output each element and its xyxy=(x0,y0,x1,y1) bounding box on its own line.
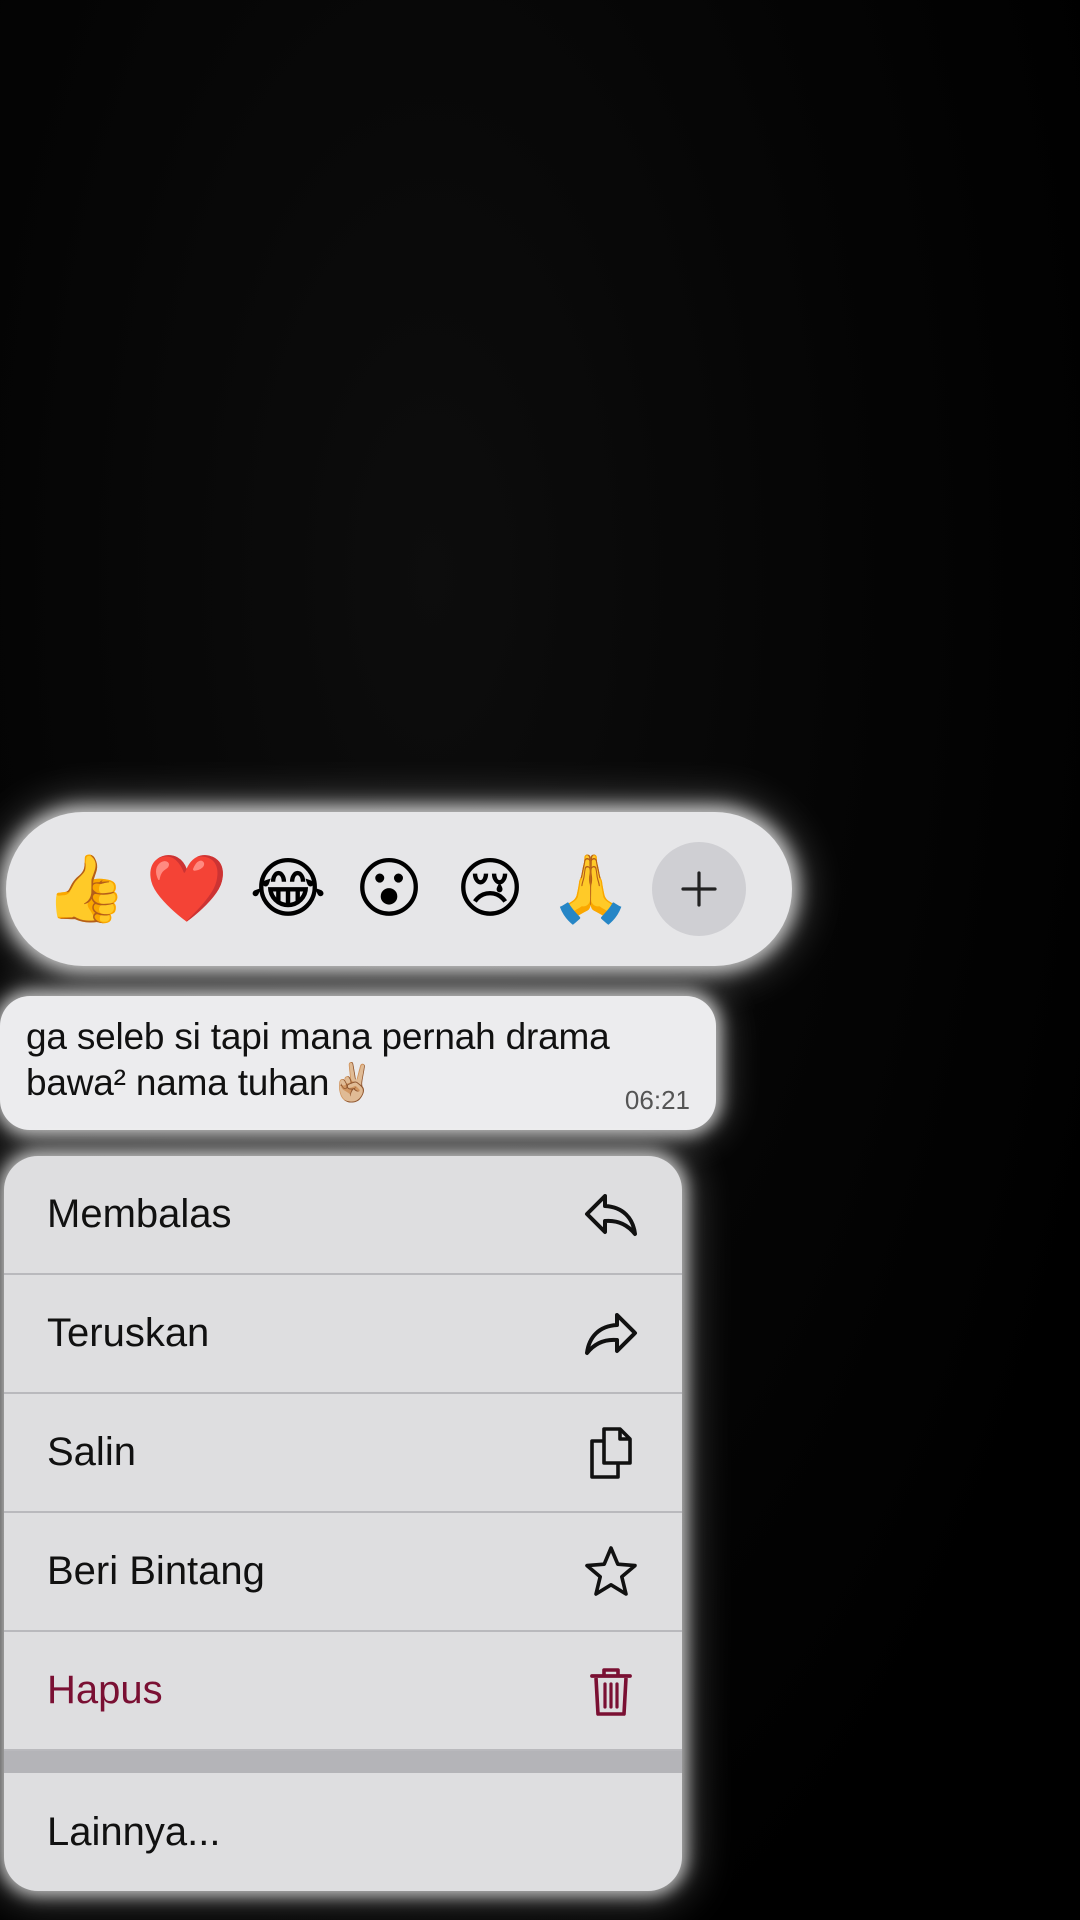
reaction-bar: 👍 ❤️ 😂 😮 😢 🙏 xyxy=(6,812,792,966)
menu-item-label: Membalas xyxy=(47,1192,232,1236)
message-text: ga seleb si tapi mana pernah drama bawa²… xyxy=(26,1014,688,1106)
menu-item-reply[interactable]: Membalas xyxy=(4,1156,682,1275)
menu-item-label: Beri Bintang xyxy=(47,1549,265,1593)
context-menu: Membalas Teruskan Salin Beri Bintang Hap… xyxy=(4,1156,682,1891)
reaction-thumbs-up[interactable]: 👍 xyxy=(45,849,127,929)
trash-icon xyxy=(582,1662,640,1720)
message-bubble[interactable]: ga seleb si tapi mana pernah drama bawa²… xyxy=(0,996,716,1130)
menu-separator xyxy=(4,1751,682,1773)
menu-item-copy[interactable]: Salin xyxy=(4,1394,682,1513)
menu-item-delete[interactable]: Hapus xyxy=(4,1632,682,1751)
menu-item-more[interactable]: Lainnya... xyxy=(4,1773,682,1891)
forward-icon xyxy=(582,1305,640,1363)
menu-item-label: Salin xyxy=(47,1430,136,1474)
copy-icon xyxy=(582,1424,640,1482)
menu-item-forward[interactable]: Teruskan xyxy=(4,1275,682,1394)
star-icon xyxy=(582,1543,640,1601)
more-reactions-button[interactable] xyxy=(652,842,746,936)
reply-icon xyxy=(582,1186,640,1244)
message-line-1: ga seleb si tapi mana pernah drama xyxy=(26,1016,610,1057)
menu-item-label: Hapus xyxy=(47,1668,163,1712)
reaction-red-heart[interactable]: ❤️ xyxy=(146,849,228,929)
menu-item-star[interactable]: Beri Bintang xyxy=(4,1513,682,1632)
menu-item-label: Lainnya... xyxy=(47,1809,221,1854)
screen: 👍 ❤️ 😂 😮 😢 🙏 ga seleb si tapi mana perna… xyxy=(0,0,1080,1920)
reaction-tears-of-joy[interactable]: 😂 xyxy=(248,849,328,929)
message-timestamp: 06:21 xyxy=(624,1085,690,1115)
plus-icon xyxy=(681,871,717,907)
message-line-2: bawa² nama tuhan✌🏼 xyxy=(26,1062,376,1103)
reaction-open-mouth[interactable]: 😮 xyxy=(349,849,429,929)
reaction-folded-hands[interactable]: 🙏 xyxy=(550,849,632,929)
menu-item-label: Teruskan xyxy=(47,1311,210,1355)
reaction-crying-face[interactable]: 😢 xyxy=(450,849,530,929)
